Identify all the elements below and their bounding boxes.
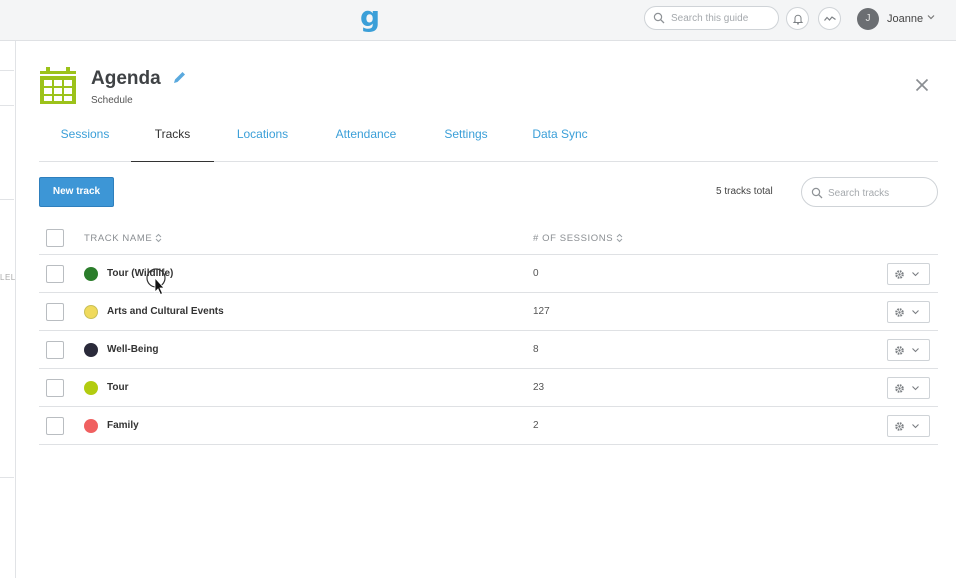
row-actions-button[interactable] <box>887 301 930 323</box>
tab-attendance[interactable]: Attendance <box>325 118 407 162</box>
guide-search-field[interactable] <box>644 6 779 30</box>
tab-settings[interactable]: Settings <box>435 118 497 162</box>
calendar-icon <box>40 67 76 104</box>
divider <box>0 199 14 200</box>
table-row[interactable]: Tour 23 <box>39 369 938 407</box>
close-icon[interactable] <box>914 77 930 93</box>
session-count: 127 <box>533 306 550 317</box>
search-icon <box>811 187 823 199</box>
select-all-checkbox[interactable] <box>46 229 64 247</box>
session-count: 2 <box>533 420 539 431</box>
table-row[interactable]: Arts and Cultural Events 127 <box>39 293 938 331</box>
gear-icon <box>895 270 904 279</box>
new-track-button[interactable]: New track <box>39 177 114 207</box>
user-avatar[interactable]: J <box>857 8 879 30</box>
row-checkbox[interactable] <box>46 303 64 321</box>
page-subtitle: Schedule <box>91 95 133 106</box>
chevron-down-icon <box>912 348 919 353</box>
row-checkbox[interactable] <box>46 341 64 359</box>
row-actions-button[interactable] <box>887 263 930 285</box>
track-color-dot <box>84 305 98 319</box>
background-sidebar: LEL <box>0 41 16 578</box>
guidebook-logo[interactable]: g <box>358 2 382 36</box>
table-row[interactable]: Tour (Wildlife) 0 <box>39 255 938 293</box>
row-actions-button[interactable] <box>887 415 930 437</box>
column-header-track-name[interactable]: TRACK NAME <box>84 233 162 244</box>
chevron-down-icon <box>912 310 919 315</box>
column-header-sessions[interactable]: # OF SESSIONS <box>533 233 623 244</box>
sort-icon <box>155 234 162 243</box>
row-checkbox[interactable] <box>46 417 64 435</box>
track-color-dot <box>84 267 98 281</box>
activity-icon <box>824 16 836 21</box>
tab-locations[interactable]: Locations <box>224 118 301 162</box>
track-name[interactable]: Family <box>107 420 139 431</box>
tracks-total-count: 5 tracks total <box>716 186 773 197</box>
gear-icon <box>895 422 904 431</box>
sidebar-text-fragment: LEL <box>0 273 16 282</box>
row-actions-button[interactable] <box>887 339 930 361</box>
chevron-down-icon[interactable] <box>926 12 936 22</box>
user-name[interactable]: Joanne <box>887 13 923 25</box>
track-color-dot <box>84 343 98 357</box>
activity-button[interactable] <box>818 7 841 30</box>
tab-sessions[interactable]: Sessions <box>39 118 131 162</box>
row-checkbox[interactable] <box>46 265 64 283</box>
gear-icon <box>895 308 904 317</box>
table-row[interactable]: Well-Being 8 <box>39 331 938 369</box>
tab-data-sync[interactable]: Data Sync <box>525 118 595 162</box>
tab-bar: Sessions Tracks Locations Attendance Set… <box>39 118 938 162</box>
top-bar: g J Joanne <box>0 0 956 41</box>
session-count: 23 <box>533 382 545 393</box>
mouse-cursor-icon <box>146 268 166 296</box>
table-row[interactable]: Family 2 <box>39 407 938 445</box>
table-header: TRACK NAME # OF SESSIONS <box>39 220 938 255</box>
chevron-down-icon <box>912 386 919 391</box>
session-count: 8 <box>533 344 539 355</box>
chevron-down-icon <box>912 272 919 277</box>
divider <box>0 477 14 478</box>
tab-tracks[interactable]: Tracks <box>131 118 214 162</box>
guide-search-input[interactable] <box>671 10 775 26</box>
track-name[interactable]: Well-Being <box>107 344 158 355</box>
track-search-input[interactable] <box>828 185 932 201</box>
track-search-field[interactable] <box>801 177 938 207</box>
bell-icon <box>792 14 804 25</box>
divider <box>0 70 14 71</box>
search-icon <box>653 12 665 24</box>
notifications-button[interactable] <box>786 7 809 30</box>
session-count: 0 <box>533 268 539 279</box>
pencil-icon[interactable] <box>172 70 187 85</box>
gear-icon <box>895 384 904 393</box>
chevron-down-icon <box>912 424 919 429</box>
gear-icon <box>895 346 904 355</box>
sort-icon <box>616 234 623 243</box>
divider <box>0 105 14 106</box>
tracks-table: TRACK NAME # OF SESSIONS Tour (Wildlife)… <box>39 220 938 445</box>
column-header-label: TRACK NAME <box>84 233 153 244</box>
track-color-dot <box>84 381 98 395</box>
track-name[interactable]: Tour <box>107 382 128 393</box>
row-checkbox[interactable] <box>46 379 64 397</box>
page-title: Agenda <box>91 68 161 89</box>
track-name[interactable]: Arts and Cultural Events <box>107 306 224 317</box>
column-header-label: # OF SESSIONS <box>533 233 614 244</box>
track-color-dot <box>84 419 98 433</box>
row-actions-button[interactable] <box>887 377 930 399</box>
